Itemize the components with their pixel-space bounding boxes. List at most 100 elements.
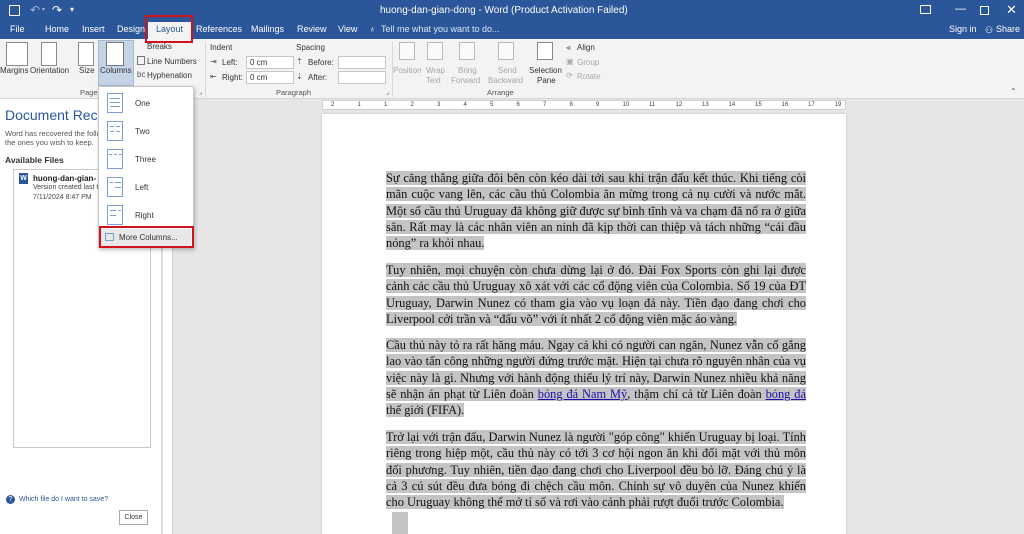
link-bong-da-nam-my[interactable]: bóng đá Nam Mỹ (538, 387, 628, 401)
group-button: Group (577, 58, 600, 67)
ruler-tick-label: 9 (596, 102, 600, 108)
selection-pane-label-2[interactable]: Pane (537, 76, 556, 85)
columns-option-three[interactable]: Three (99, 146, 193, 172)
tab-file[interactable]: File (10, 24, 25, 34)
ruler-tick-label: 2 (410, 102, 414, 108)
undo-dropdown-icon[interactable]: ▾ (42, 6, 45, 13)
tab-design[interactable]: Design (117, 24, 145, 34)
spacing-after-icon: ⇣ (296, 72, 303, 81)
ruler-tick-label: 7 (543, 102, 547, 108)
send-backward-icon (498, 42, 514, 60)
ruler-tick-label: 4 (463, 102, 467, 108)
position-icon (399, 42, 415, 60)
spacing-before-label: Before: (308, 58, 334, 67)
spacing-after-input[interactable] (338, 71, 386, 84)
share-icon[interactable]: ⚇ (985, 25, 993, 36)
size-button[interactable]: Size (79, 66, 95, 75)
lightbulb-icon: ♁ (369, 24, 376, 34)
ruler-tick-label: 8 (569, 102, 573, 108)
columns-icon[interactable] (106, 42, 124, 66)
spacing-before-input[interactable] (338, 56, 386, 69)
indent-right-icon: ⇤ (210, 72, 217, 81)
paragraph-1[interactable]: Sự căng thẳng giữa đôi bên còn kéo dài t… (386, 170, 806, 251)
ruler-tick-label: 13 (702, 102, 709, 108)
columns-dropdown-menu: One Two Three Left Right More Columns... (98, 86, 194, 248)
tab-references[interactable]: References (196, 24, 242, 34)
spacing-after-label: After: (308, 73, 328, 82)
line-numbers-button[interactable]: Line Numbers (147, 57, 197, 66)
group-icon: ▣ (566, 57, 574, 66)
tab-home[interactable]: Home (45, 24, 69, 34)
paragraph-2[interactable]: Tuy nhiên, mọi chuyện còn chưa dừng lại … (386, 262, 806, 327)
columns-option-two[interactable]: Two (99, 118, 193, 144)
close-window-icon[interactable]: ✕ (1006, 2, 1017, 18)
indent-right-input[interactable]: 0 cm (246, 71, 294, 84)
restore-icon[interactable] (980, 6, 989, 15)
tab-mailings[interactable]: Mailings (251, 24, 284, 34)
columns-option-left[interactable]: Left (99, 174, 193, 200)
tab-view[interactable]: View (338, 24, 357, 34)
word-file-icon: W (19, 173, 28, 184)
ruler-tick-label: 6 (516, 102, 520, 108)
paragraph-3-text-c: thế giới (FIFA). (386, 403, 465, 418)
sign-in-link[interactable]: Sign in (949, 24, 977, 34)
ruler-tick-label: 10 (622, 102, 630, 108)
undo-icon[interactable]: ↶ (30, 3, 40, 17)
file-date: 7/11/2024 8:47 PM (33, 194, 92, 201)
ruler-tick-label: 12 (675, 102, 683, 108)
selection-pane-label-1[interactable]: Selection (529, 66, 562, 75)
minimize-icon[interactable]: — (955, 3, 966, 15)
margins-icon[interactable] (6, 42, 28, 66)
hyphenation-button[interactable]: Hyphenation (147, 71, 192, 80)
paragraph-launcher-icon[interactable]: ⌟ (386, 88, 389, 96)
tab-review[interactable]: Review (297, 24, 327, 34)
columns-option-left-label: Left (135, 183, 149, 192)
ribbon-display-icon[interactable] (920, 5, 931, 14)
two-columns-icon (107, 121, 123, 141)
columns-option-right[interactable]: Right (99, 202, 193, 228)
indent-left-input[interactable]: 0 cm (246, 56, 294, 69)
align-icon: ⫷ (566, 43, 571, 52)
size-icon[interactable] (78, 42, 94, 66)
ruler-tick-label: 5 (490, 102, 494, 108)
position-button: Position (393, 66, 422, 75)
wrap-text-label-1: Wrap (426, 66, 445, 75)
ruler-tick-label: 17 (808, 102, 815, 108)
help-link[interactable]: Which file do I want to save? (19, 496, 108, 503)
help-icon: ? (6, 495, 15, 504)
customize-toolbar-icon[interactable]: ▾ (70, 5, 74, 14)
collapse-ribbon-icon[interactable]: ⌃ (1010, 87, 1017, 96)
orientation-icon[interactable] (41, 42, 57, 66)
share-button[interactable]: Share (996, 24, 1020, 34)
indent-left-label: Left: (222, 58, 238, 67)
send-backward-label-2: Backward (488, 76, 524, 85)
align-button[interactable]: Align (577, 43, 595, 52)
page-setup-launcher-icon[interactable]: ⌟ (199, 88, 202, 96)
redo-icon[interactable]: ↷ (52, 3, 62, 17)
columns-button[interactable]: Columns (100, 66, 132, 75)
recovery-description-2: the ones you wish to keep. (5, 138, 94, 147)
close-button[interactable]: Close (119, 510, 148, 525)
paragraph-4[interactable]: Trở lại với trận đấu, Darwin Nunez là ng… (386, 429, 806, 510)
margins-button[interactable]: Margins (0, 66, 28, 75)
selection-pane-icon[interactable] (537, 42, 553, 60)
tell-me-input[interactable]: Tell me what you want to do... (381, 24, 500, 34)
link-bong-da[interactable]: bóng đá (766, 387, 806, 401)
paragraph-4-text: Trở lại với trận đấu, Darwin Nunez là ng… (386, 430, 806, 510)
window-title: huong-dan-gian-dong - Word (Product Acti… (380, 5, 628, 16)
columns-option-one[interactable]: One (99, 90, 193, 116)
paragraph-2-text: Tuy nhiên, mọi chuyện còn chưa dừng lại … (386, 263, 806, 326)
horizontal-ruler[interactable]: 2 1 1 2 3 4 5 6 7 8 9 10 11 12 13 14 15 16 17 19 (322, 100, 846, 110)
breaks-button[interactable]: Breaks (147, 42, 172, 51)
right-column-icon (107, 205, 123, 225)
paragraph-3[interactable]: Cầu thủ này tỏ ra rất hăng máu. Ngay cả … (386, 337, 806, 418)
recovery-title: Document Reco (5, 107, 106, 123)
file-name[interactable]: huong-dan-gian- (33, 174, 96, 183)
orientation-button[interactable]: Orientation (30, 66, 69, 75)
save-icon[interactable] (9, 5, 20, 16)
available-files-heading: Available Files (5, 155, 64, 165)
paragraph-3-text-b: , thậm chí cả từ Liên đoàn (627, 386, 766, 401)
ruler-tick-label: 1 (357, 102, 361, 108)
divider (205, 42, 206, 97)
tab-insert[interactable]: Insert (82, 24, 105, 34)
